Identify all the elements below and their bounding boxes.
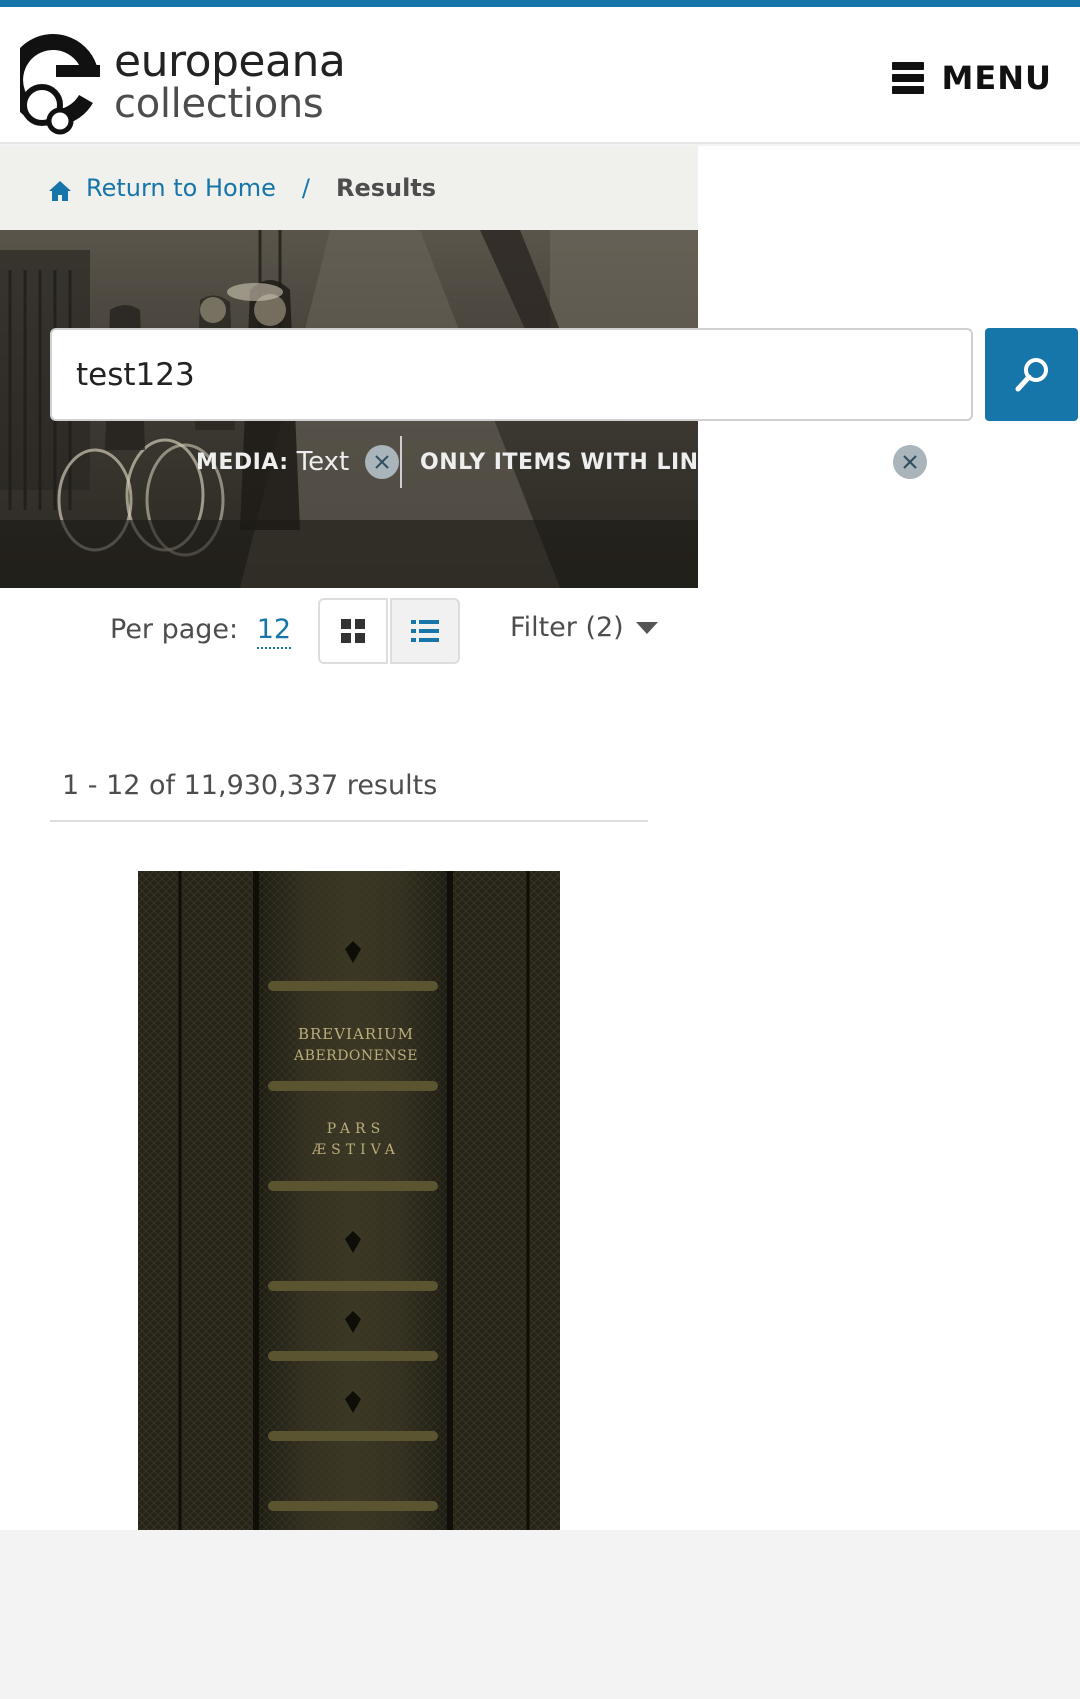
home-icon [49,181,71,201]
filter-pill-links-key: ONLY ITEMS WITH LINKS [420,449,698,475]
spine-title-line1: BREVIARIUM [298,1025,414,1043]
breadcrumb: Return to Home / Results [0,146,698,230]
logo-line-collections: collections [114,81,324,127]
per-page-select[interactable]: 12 [256,614,292,649]
remove-links-filter-button[interactable] [893,445,927,479]
site-header: europeana collections MENU [0,7,1080,144]
results-toolbar: Per page: 12 Filter (2) [0,596,698,666]
return-home-link[interactable]: Return to Home [86,174,276,202]
list-icon [411,620,439,642]
grid-view-button[interactable] [318,598,388,664]
search-input[interactable]: test123 [50,328,973,421]
top-accent-bar [0,0,1080,7]
menu-button[interactable]: MENU [891,53,1052,103]
breadcrumb-separator: / [301,174,310,202]
filter-pill-media-key: MEDIA: [196,449,289,475]
per-page-control: Per page: 12 [110,614,292,649]
remove-links-filter-wrap [893,438,927,486]
per-page-label: Per page: [110,614,239,645]
filter-pill-media: MEDIA: Text [196,438,400,486]
filter-label: Filter (2) [510,612,624,643]
close-icon [375,455,389,469]
filter-dropdown-button[interactable]: Filter (2) [510,612,658,643]
close-icon [903,455,917,469]
results-count: 1 - 12 of 11,930,337 results [50,770,648,822]
page: europeana collections MENU Return to Hom… [0,0,1080,1699]
spine-title-line3: PARS [327,1121,385,1137]
search-button[interactable] [985,328,1078,421]
spine-title-line2: ABERDONENSE [293,1048,418,1064]
breadcrumb-current: Results [335,174,437,202]
europeana-logo[interactable]: europeana collections [7,21,346,137]
view-toggle [318,598,460,664]
menu-label: MENU [941,59,1052,97]
list-view-button[interactable] [390,598,460,664]
filter-pill-links: ONLY ITEMS WITH LINKS [420,438,698,486]
grid-icon [341,619,365,643]
caret-down-icon [635,621,658,634]
result-thumbnail[interactable]: BREVIARIUM ABERDONENSE PARS ÆSTIVA [138,871,560,1530]
filter-pill-media-value: Text [296,447,350,477]
europeana-logo-icon [7,34,100,135]
logo-wordmark: europeana collections [114,36,346,127]
spine-title-line4: ÆSTIVA [311,1142,400,1158]
hamburger-icon [891,62,924,94]
logo-line-europeana: europeana [114,36,346,87]
search-icon [1015,357,1048,391]
remove-media-filter-button[interactable] [365,445,400,479]
filter-divider [400,436,402,488]
